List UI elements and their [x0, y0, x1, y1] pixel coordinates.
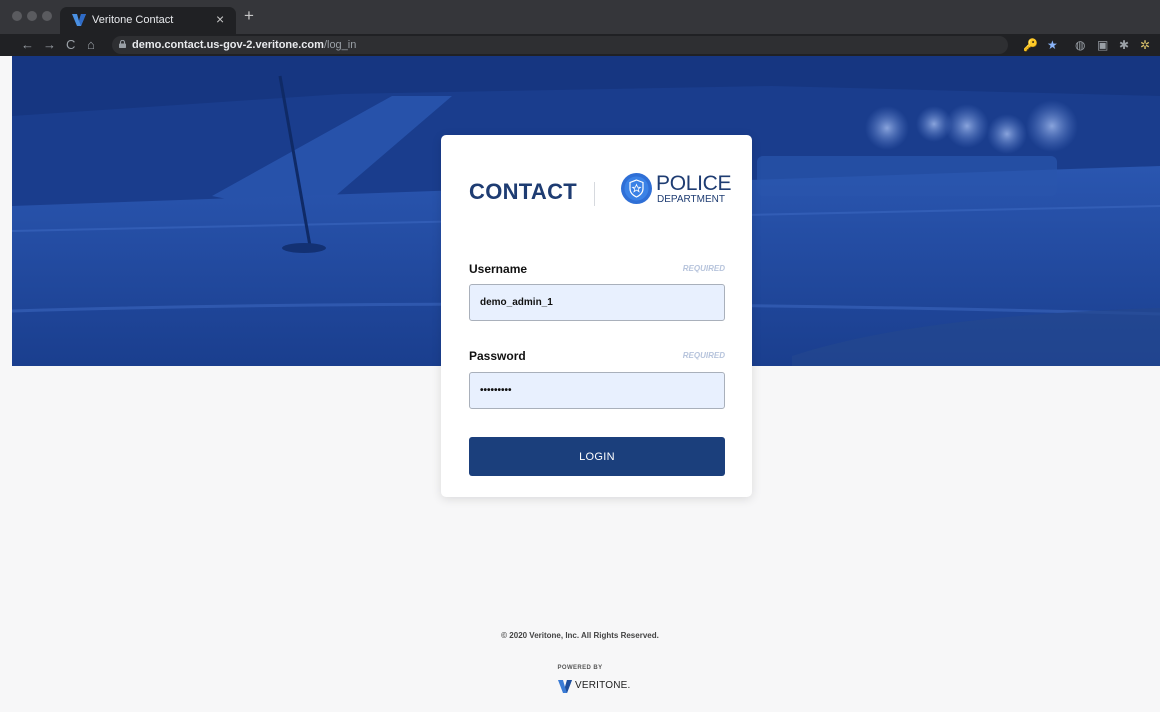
window-minimize-button[interactable] — [27, 11, 37, 21]
tab-close-icon[interactable]: × — [216, 11, 224, 27]
browser-tab-bar: Veritone Contact × + — [0, 0, 1160, 34]
police-badge-icon — [621, 173, 652, 204]
home-icon[interactable]: ⌂ — [87, 37, 95, 53]
password-required-hint: REQUIRED — [682, 351, 725, 360]
login-button[interactable]: LOGIN — [469, 437, 725, 476]
address-bar[interactable]: demo.contact.us-gov-2.veritone.com/log_i… — [112, 36, 1008, 54]
veritone-logo-text: VERITONE. — [575, 680, 631, 691]
lock-icon — [119, 40, 126, 48]
browser-toolbar: ← → C ⌂ demo.contact.us-gov-2.veritone.c… — [0, 34, 1160, 56]
window-maximize-button[interactable] — [42, 11, 52, 21]
profile-icon[interactable]: ✲ — [1140, 37, 1150, 53]
new-tab-button[interactable]: + — [244, 6, 254, 26]
username-label: Username — [469, 262, 528, 276]
window-close-button[interactable] — [12, 11, 22, 21]
contact-logo-text: CONTACT — [469, 179, 578, 204]
password-label: Password — [469, 349, 526, 363]
veritone-v-icon — [558, 680, 572, 693]
logo-divider — [594, 182, 595, 206]
username-required-hint: REQUIRED — [682, 264, 725, 273]
puzzle-icon[interactable]: ✱ — [1119, 37, 1129, 53]
login-card: CONTACT POLICE DEPARTMENT Username REQUI… — [441, 135, 752, 497]
veritone-v-icon — [72, 14, 86, 26]
reload-icon[interactable]: C — [66, 37, 75, 53]
key-icon[interactable]: 🔑 — [1023, 37, 1038, 53]
back-icon[interactable]: ← — [21, 37, 34, 53]
extension-icon[interactable]: ◍ — [1075, 37, 1085, 53]
bookmark-star-icon[interactable]: ★ — [1047, 37, 1058, 53]
extension-icon[interactable]: ▣ — [1097, 37, 1108, 53]
password-input[interactable] — [469, 372, 725, 409]
copyright-text: © 2020 Veritone, Inc. All Rights Reserve… — [501, 631, 659, 640]
tab-title: Veritone Contact — [92, 14, 174, 26]
username-input[interactable] — [469, 284, 725, 321]
url-text: demo.contact.us-gov-2.veritone.com/log_i… — [132, 39, 357, 51]
forward-icon[interactable]: → — [43, 37, 56, 53]
browser-tab[interactable]: Veritone Contact × — [60, 7, 236, 34]
police-logo-text: POLICE — [656, 172, 732, 195]
powered-by-text: POWERED BY — [557, 665, 603, 671]
department-logo-text: DEPARTMENT — [657, 194, 725, 205]
